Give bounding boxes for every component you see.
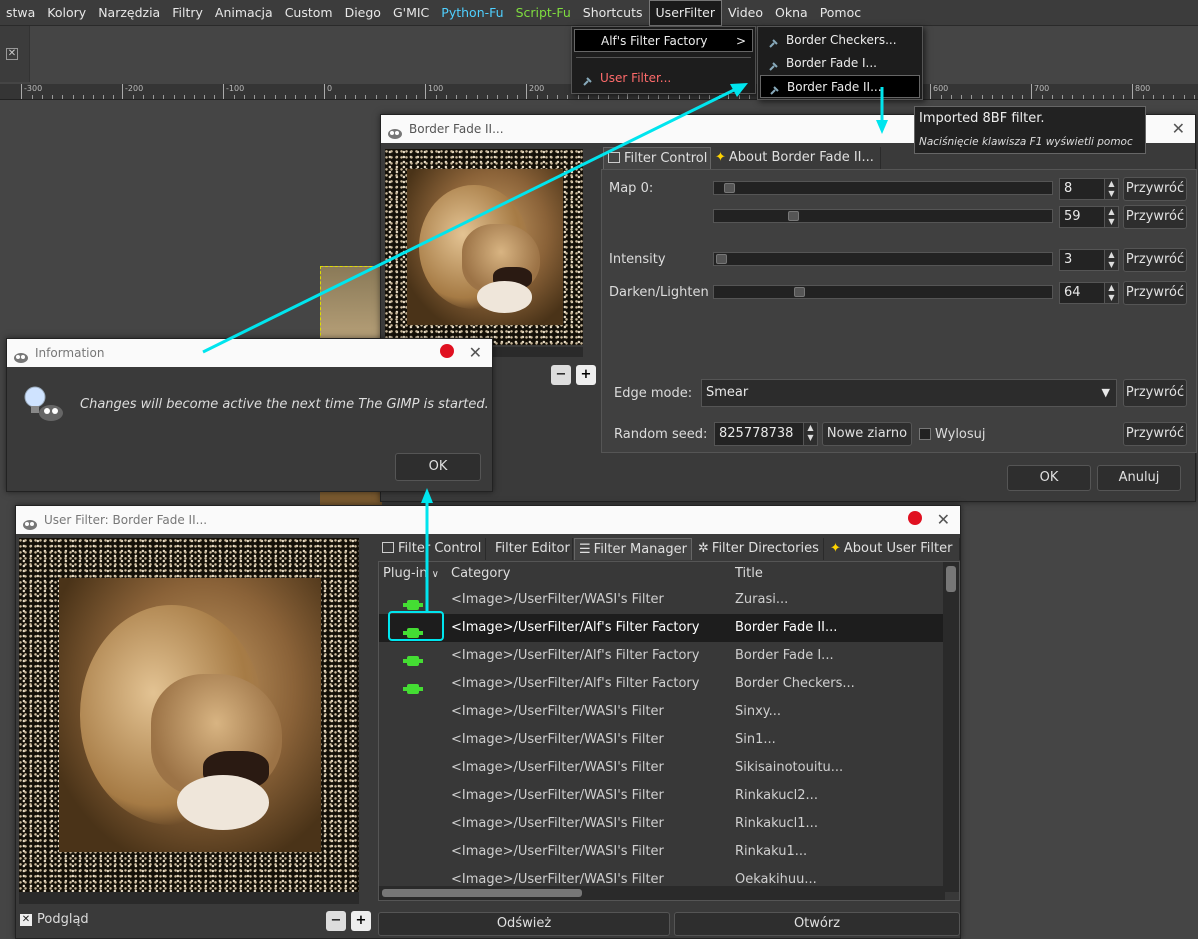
arrow-line	[202, 86, 739, 354]
annotation-arrows	[202, 83, 888, 612]
arrow-head	[421, 488, 433, 503]
arrow-head	[876, 120, 888, 134]
